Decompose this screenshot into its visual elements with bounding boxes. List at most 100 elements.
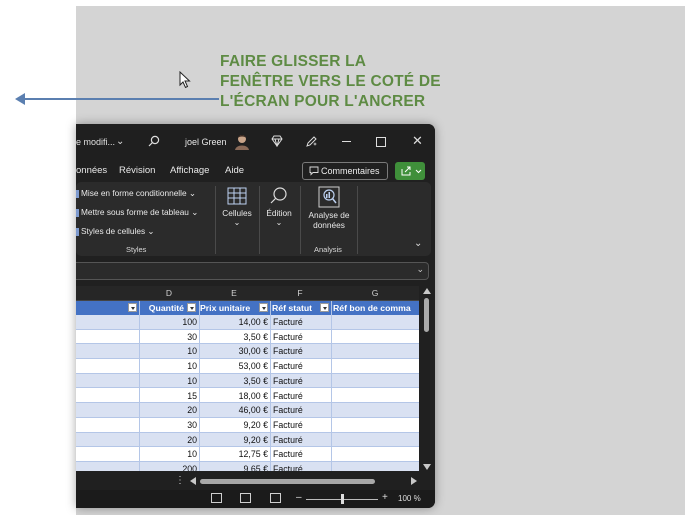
formula-bar[interactable]: ⌄ xyxy=(76,262,429,280)
cell-left[interactable] xyxy=(76,462,139,471)
formula-expand-chevron-icon[interactable]: ⌄ xyxy=(416,264,424,275)
file-title[interactable]: e modifi... xyxy=(76,137,115,147)
cell-prix-unitaire[interactable]: 9,65 € xyxy=(199,462,270,471)
avatar[interactable] xyxy=(233,133,251,151)
format-as-table-button[interactable]: Mettre sous forme de tableau ⌄ xyxy=(76,207,198,217)
close-button[interactable]: ✕ xyxy=(412,133,423,149)
cell-quantite[interactable]: 100 xyxy=(139,315,199,330)
cell-ref-bon-commande[interactable] xyxy=(331,315,419,330)
conditional-format-button[interactable]: Mise en forme conditionnelle ⌄ xyxy=(76,188,196,198)
cell-ref-statut[interactable]: Facturé xyxy=(270,389,331,404)
more-options-icon[interactable]: ⋮ xyxy=(175,475,185,486)
cell-prix-unitaire[interactable]: 18,00 € xyxy=(199,389,270,404)
cell-prix-unitaire[interactable]: 9,20 € xyxy=(199,418,270,433)
cell-prix-unitaire[interactable]: 9,20 € xyxy=(199,433,270,448)
cell-left[interactable] xyxy=(76,389,139,404)
header-ref-statut[interactable]: Réf statut xyxy=(272,301,318,315)
cell-left[interactable] xyxy=(76,344,139,360)
cell-left[interactable] xyxy=(76,418,139,433)
comments-button[interactable]: Commentaires xyxy=(302,162,388,180)
vertical-scroll-thumb[interactable] xyxy=(424,298,429,332)
cell-left[interactable] xyxy=(76,315,139,330)
pen-sparkle-icon[interactable] xyxy=(305,135,318,148)
cell-ref-bon-commande[interactable] xyxy=(331,330,419,345)
cell-prix-unitaire[interactable]: 12,75 € xyxy=(199,447,270,462)
share-button[interactable] xyxy=(395,162,425,180)
cell-ref-statut[interactable]: Facturé xyxy=(270,418,331,433)
scroll-right-arrow-icon[interactable] xyxy=(411,477,417,485)
cell-ref-bon-commande[interactable] xyxy=(331,433,419,448)
scroll-up-arrow-icon[interactable] xyxy=(423,288,431,294)
zoom-level[interactable]: 100 % xyxy=(398,494,421,503)
cell-prix-unitaire[interactable]: 53,00 € xyxy=(199,359,270,374)
ribbon-collapse-chevron-icon[interactable]: ⌄ xyxy=(414,238,422,249)
cell-ref-statut[interactable]: Facturé xyxy=(270,344,331,360)
cell-ref-bon-commande[interactable] xyxy=(331,447,419,462)
cell-ref-bon-commande[interactable] xyxy=(331,359,419,374)
cell-ref-statut[interactable]: Facturé xyxy=(270,330,331,345)
title-bar[interactable]: e modifi... ⌄ joel Green ✕ xyxy=(76,124,435,160)
cell-left[interactable] xyxy=(76,359,139,374)
column-header-d[interactable]: D xyxy=(140,288,198,298)
cell-left[interactable] xyxy=(76,447,139,462)
cell-prix-unitaire[interactable]: 14,00 € xyxy=(199,315,270,330)
cell-quantite[interactable]: 15 xyxy=(139,389,199,404)
tab-affichage[interactable]: Affichage xyxy=(170,165,209,176)
header-quantite[interactable]: Quantité xyxy=(140,301,184,315)
tab-aide[interactable]: Aide xyxy=(225,165,244,176)
column-header-g[interactable]: G xyxy=(331,288,419,298)
cell-ref-statut[interactable]: Facturé xyxy=(270,462,331,471)
filter-dropdown-icon[interactable] xyxy=(187,303,196,312)
zoom-in-button[interactable]: + xyxy=(382,492,388,503)
filter-dropdown-icon[interactable] xyxy=(320,303,329,312)
tab-donnees[interactable]: onnées xyxy=(76,165,107,176)
filter-dropdown-icon[interactable] xyxy=(128,303,137,312)
page-layout-view-icon[interactable] xyxy=(240,493,251,503)
column-header-e[interactable]: E xyxy=(199,288,269,298)
edit-button[interactable]: Édition ⌄ xyxy=(262,186,296,227)
cell-prix-unitaire[interactable]: 3,50 € xyxy=(199,330,270,345)
cell-left[interactable] xyxy=(76,330,139,345)
analyze-data-button[interactable]: Analyse de données xyxy=(304,186,354,230)
page-break-preview-icon[interactable] xyxy=(270,493,281,503)
cell-ref-bon-commande[interactable] xyxy=(331,374,419,389)
cell-quantite[interactable]: 200 xyxy=(139,462,199,471)
filter-dropdown-icon[interactable] xyxy=(259,303,268,312)
cell-quantite[interactable]: 10 xyxy=(139,344,199,360)
cell-ref-statut[interactable]: Facturé xyxy=(270,359,331,374)
cell-quantite[interactable]: 30 xyxy=(139,418,199,433)
cell-left[interactable] xyxy=(76,433,139,448)
cell-prix-unitaire[interactable]: 46,00 € xyxy=(199,403,270,418)
cell-left[interactable] xyxy=(76,374,139,389)
zoom-out-button[interactable]: – xyxy=(296,492,302,503)
cell-ref-bon-commande[interactable] xyxy=(331,344,419,360)
header-prix-unitaire[interactable]: Prix unitaire xyxy=(200,301,258,315)
premium-diamond-icon[interactable] xyxy=(271,135,283,147)
cell-ref-bon-commande[interactable] xyxy=(331,403,419,418)
header-ref-bon-commande[interactable]: Réf bon de comma xyxy=(333,301,419,315)
tab-revision[interactable]: Révision xyxy=(119,165,155,176)
cell-quantite[interactable]: 10 xyxy=(139,374,199,389)
scroll-left-arrow-icon[interactable] xyxy=(190,477,196,485)
excel-window[interactable]: e modifi... ⌄ joel Green ✕ onnées Révisi… xyxy=(76,124,435,508)
maximize-button[interactable] xyxy=(376,137,386,147)
horizontal-scroll-thumb[interactable] xyxy=(200,479,375,484)
cell-ref-statut[interactable]: Facturé xyxy=(270,447,331,462)
cell-quantite[interactable]: 20 xyxy=(139,403,199,418)
cells-button[interactable]: Cellules ⌄ xyxy=(220,186,254,227)
cell-ref-statut[interactable]: Facturé xyxy=(270,433,331,448)
cell-ref-statut[interactable]: Facturé xyxy=(270,315,331,330)
search-icon[interactable] xyxy=(148,135,160,147)
cell-prix-unitaire[interactable]: 3,50 € xyxy=(199,374,270,389)
cell-styles-button[interactable]: Styles de cellules ⌄ xyxy=(76,226,154,236)
cell-ref-statut[interactable]: Facturé xyxy=(270,374,331,389)
cell-ref-statut[interactable]: Facturé xyxy=(270,403,331,418)
cell-left[interactable] xyxy=(76,403,139,418)
cell-ref-bon-commande[interactable] xyxy=(331,418,419,433)
zoom-slider-thumb[interactable] xyxy=(341,494,344,504)
column-header-f[interactable]: F xyxy=(270,288,330,298)
cell-quantite[interactable]: 30 xyxy=(139,330,199,345)
cell-prix-unitaire[interactable]: 30,00 € xyxy=(199,344,270,360)
worksheet-grid[interactable]: Quantité Prix unitaire Réf statut Réf bo… xyxy=(76,301,419,471)
vertical-scrollbar[interactable] xyxy=(420,286,435,474)
